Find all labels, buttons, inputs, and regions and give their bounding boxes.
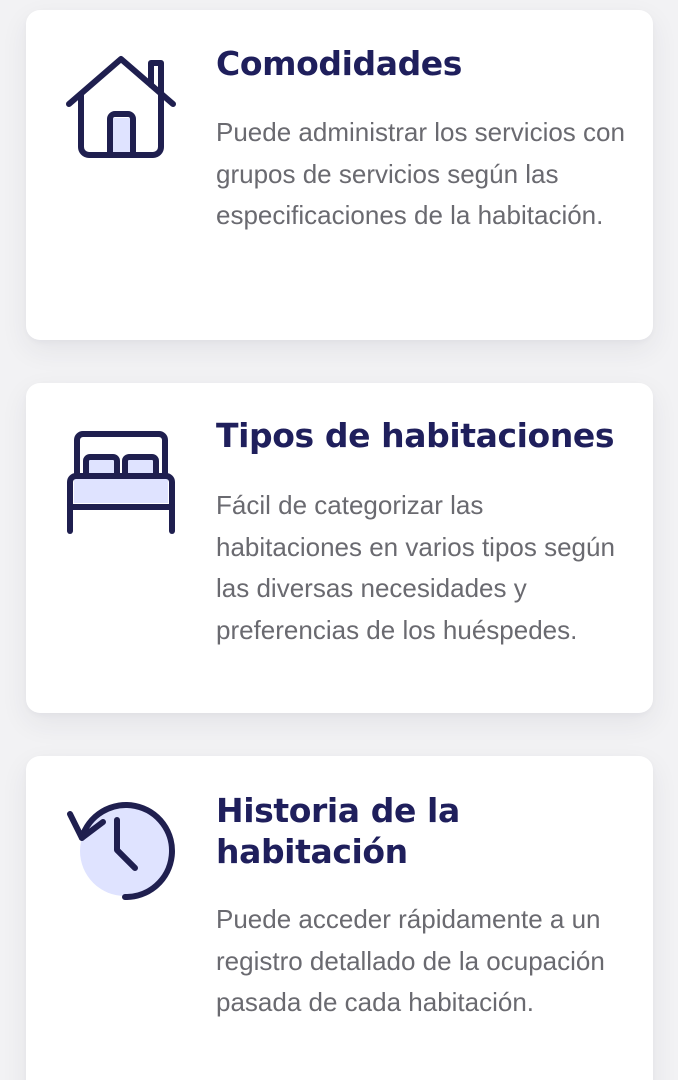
feature-card-amenities: Comodidades Puede administrar los servic… xyxy=(26,10,653,340)
history-clock-icon xyxy=(66,792,176,902)
feature-title: Historia de la habitación xyxy=(216,791,460,871)
feature-card-room-history: Historia de la habitación Puede acceder … xyxy=(26,756,653,1080)
feature-description: Puede acceder rápidamente a un registro … xyxy=(216,904,605,1017)
feature-title: Comodidades xyxy=(216,44,463,83)
bed-icon xyxy=(66,427,176,537)
feature-description: Puede administrar los servicios con grup… xyxy=(216,117,625,230)
feature-card-room-types: Tipos de habitaciones Fácil de categoriz… xyxy=(26,383,653,713)
feature-description: Fácil de categorizar las habitaciones en… xyxy=(216,490,615,645)
house-icon xyxy=(66,54,176,164)
feature-title: Tipos de habitaciones xyxy=(216,416,615,455)
